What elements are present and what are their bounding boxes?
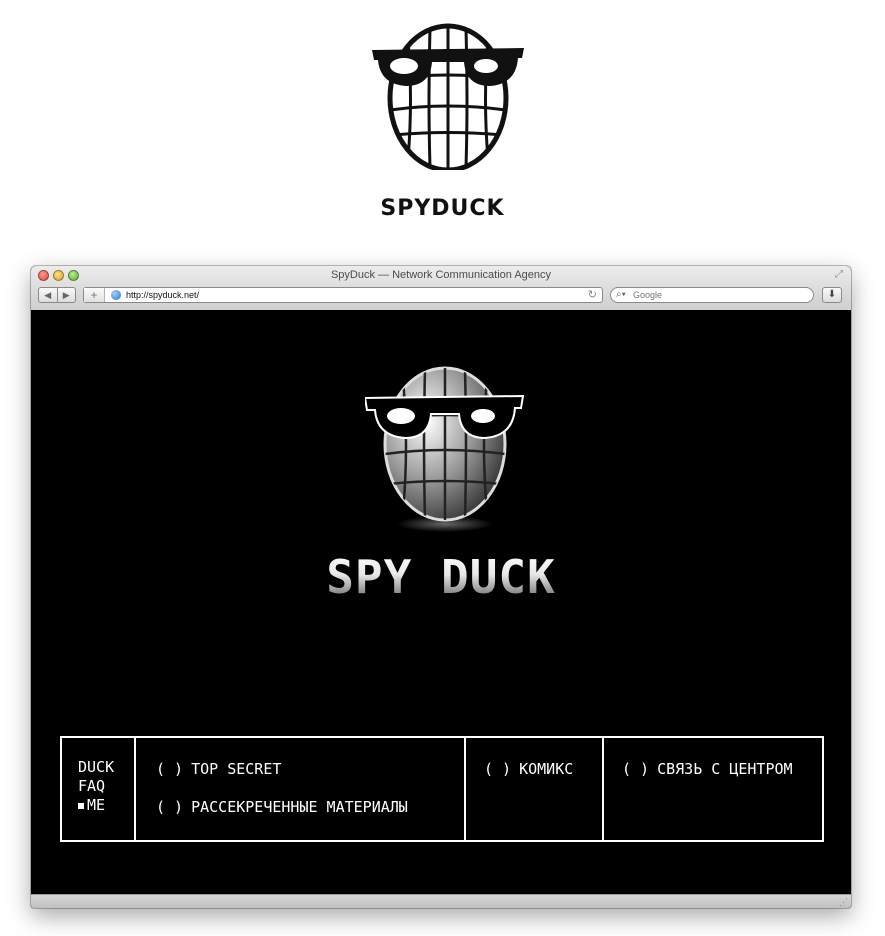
search-input[interactable] (633, 289, 803, 301)
side-menu: DUCK FAQ ME (62, 738, 136, 840)
search-box[interactable]: ⌕▾ (610, 287, 814, 303)
nav-buttons: ◀ ▶ (38, 287, 76, 303)
browser-window: SpyDuck — Network Communication Agency ⤢… (31, 266, 851, 908)
address-bar[interactable]: + http://spyduck.net/ ↻ (83, 287, 603, 303)
menu-link-declassified[interactable]: ( ) РАССЕКРЕЧЕННЫЕ МАТЕРИАЛЫ (156, 798, 464, 816)
site-wordmark: SPY DUCK (31, 550, 851, 604)
globe-icon (111, 290, 121, 300)
forward-arrow-icon[interactable]: ▶ (56, 288, 76, 302)
main-menu: DUCK FAQ ME ( ) TOP SECRET ( ) РАССЕКРЕЧЕН… (60, 736, 824, 842)
download-icon[interactable]: ⬇ (822, 287, 842, 303)
menu-column-comics: ( ) КОМИКС (466, 738, 604, 840)
fullscreen-icon[interactable]: ⤢ (833, 269, 845, 281)
page-content: SPY DUCK DUCK FAQ ME ( ) TOP SECRET ( ) РА… (31, 310, 851, 894)
side-link-duck[interactable]: DUCK (78, 758, 134, 777)
site-logo (365, 366, 525, 532)
menu-link-contact[interactable]: ( ) СВЯЗЬ С ЦЕНТРОМ (622, 760, 822, 778)
menu-link-comics[interactable]: ( ) КОМИКС (484, 760, 602, 778)
side-link-faq[interactable]: FAQ (78, 777, 134, 796)
plus-icon[interactable]: + (84, 288, 105, 302)
bracket-marker: ( ) (622, 760, 650, 778)
url-text[interactable]: http://spyduck.net/ (126, 289, 199, 301)
top-wordmark: SPYDUCK (380, 196, 505, 221)
menu-link-label: СВЯЗЬ С ЦЕНТРОМ (657, 760, 793, 778)
back-arrow-icon[interactable]: ◀ (39, 288, 57, 302)
menu-column-secrets: ( ) TOP SECRET ( ) РАССЕКРЕЧЕННЫЕ МАТЕРИАЛ… (136, 738, 466, 840)
status-bar: ⋰ (31, 894, 851, 908)
menu-link-label: РАССЕКРЕЧЕННЫЕ МАТЕРИАЛЫ (191, 798, 408, 816)
spyduck-logo (372, 23, 524, 170)
bracket-marker: ( ) (484, 760, 512, 778)
menu-link-label: TOP SECRET (191, 760, 282, 778)
resize-grip-icon[interactable]: ⋰ (839, 897, 848, 907)
bracket-marker: ( ) (156, 798, 184, 816)
reload-icon[interactable]: ↻ (588, 288, 597, 302)
search-icon[interactable]: ⌕▾ (616, 288, 626, 302)
title-bar: SpyDuck — Network Communication Agency ⤢… (31, 266, 851, 311)
menu-column-contact: ( ) СВЯЗЬ С ЦЕНТРОМ (604, 738, 822, 840)
side-link-me[interactable]: ME (78, 796, 134, 815)
menu-link-label: КОМИКС (519, 760, 574, 778)
menu-link-top-secret[interactable]: ( ) TOP SECRET (156, 760, 464, 778)
bracket-marker: ( ) (156, 760, 184, 778)
window-title: SpyDuck — Network Communication Agency (330, 269, 552, 281)
